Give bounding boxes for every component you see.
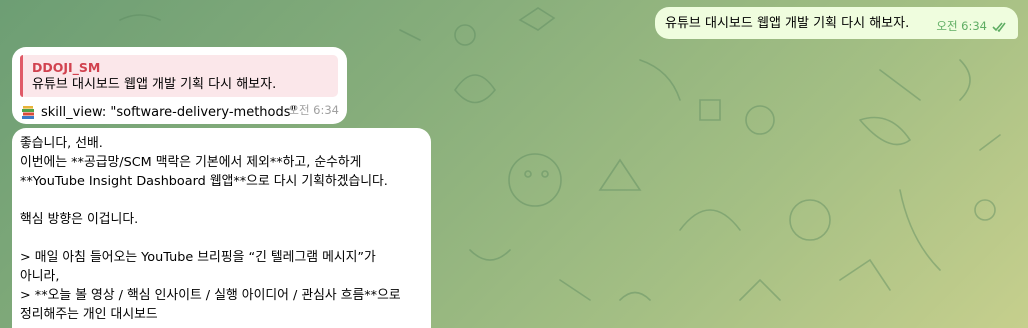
message-line [20, 191, 421, 210]
message-line: 좋습니다, 선배. [20, 136, 103, 151]
incoming-reply-message-bubble[interactable]: DDOJI_SM 유튜브 대시보드 웹앱 개발 기획 다시 해보자. skill… [12, 47, 347, 124]
message-line: > **오늘 볼 영상 / 핵심 인사이트 / 실행 아이디어 / 관심사 흐름… [20, 288, 401, 303]
incoming-message-text: skill_view: "software-delivery-methods" [41, 105, 297, 120]
double-check-icon [992, 21, 1006, 32]
reply-quote-text: 유튜브 대시보드 웹앱 개발 기획 다시 해보자. [32, 77, 277, 92]
message-line: 이번에는 **공급망/SCM 맥락은 기본에서 제외**하고, 순수하게 [20, 155, 362, 170]
message-line: **YouTube Insight Dashboard 웹앱**으로 다시 기획… [20, 174, 388, 189]
outgoing-message-bubble[interactable]: 유튜브 대시보드 웹앱 개발 기획 다시 해보자. 오전 6:34 [655, 7, 1018, 39]
incoming-message-time: 오전 6:34 [288, 103, 339, 117]
message-line [20, 229, 421, 248]
outgoing-message-text: 유튜브 대시보드 웹앱 개발 기획 다시 해보자. [665, 16, 910, 31]
message-line: > 매일 아침 들어오는 YouTube 브리핑을 “긴 텔레그램 메시지”가 [20, 250, 376, 265]
incoming-long-message-bubble[interactable]: 좋습니다, 선배. 이번에는 **공급망/SCM 맥락은 기본에서 제외**하고… [12, 128, 431, 328]
outgoing-message-meta: 오전 6:34 [936, 17, 1006, 36]
reply-quote[interactable]: DDOJI_SM 유튜브 대시보드 웹앱 개발 기획 다시 해보자. [20, 55, 338, 97]
message-line: 아니라, [20, 269, 60, 284]
outgoing-message-time: 오전 6:34 [936, 19, 987, 33]
reply-quote-author: DDOJI_SM [32, 60, 101, 75]
message-line: 정리해주는 개인 대시보드 [20, 307, 158, 322]
books-icon [22, 105, 34, 119]
message-line: 핵심 방향은 이겁니다. [20, 212, 139, 227]
